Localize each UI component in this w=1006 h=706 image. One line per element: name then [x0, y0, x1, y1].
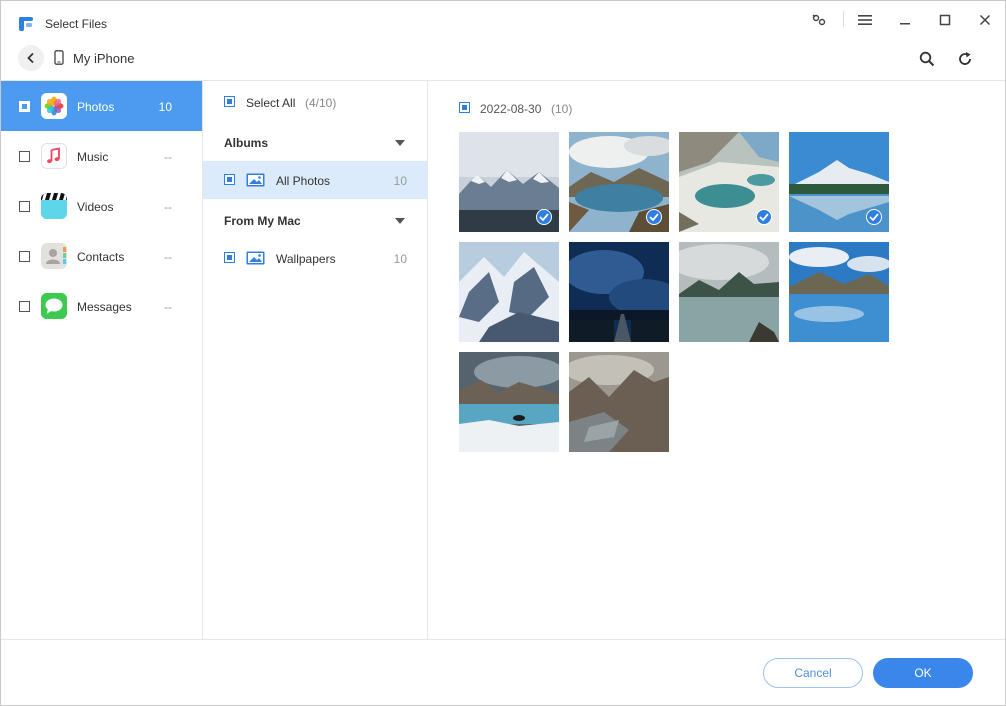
messages-checkbox[interactable] — [19, 301, 30, 312]
category-label: Contacts — [77, 250, 125, 264]
album-image-icon — [246, 251, 265, 265]
connect-icon[interactable] — [809, 11, 829, 29]
date-count: (10) — [551, 102, 573, 116]
photo-thumbnail[interactable] — [569, 352, 669, 452]
album-count: 10 — [393, 174, 407, 188]
maximize-icon[interactable] — [935, 11, 955, 29]
category-music[interactable]: Music -- — [1, 131, 202, 181]
photo-thumbnail[interactable] — [459, 132, 559, 232]
ok-button[interactable]: OK — [873, 658, 973, 688]
date-group-checkbox[interactable] — [459, 102, 470, 113]
caret-down-icon — [395, 140, 405, 146]
category-videos[interactable]: Videos -- — [1, 181, 202, 231]
date-label: 2022-08-30 — [480, 102, 542, 116]
music-checkbox[interactable] — [19, 151, 30, 162]
photo-thumbnail[interactable] — [569, 242, 669, 342]
select-files-window: Select Files My iPhone Photos 10 Music -… — [0, 0, 1006, 706]
album-label: Wallpapers — [276, 252, 336, 266]
category-contacts[interactable]: Contacts -- — [1, 231, 202, 281]
videos-checkbox[interactable] — [19, 201, 30, 212]
titlebar-divider — [843, 11, 844, 27]
category-label: Messages — [77, 300, 132, 314]
videos-app-icon — [41, 193, 67, 219]
selected-check-icon — [536, 209, 552, 225]
navigation-bar: My iPhone — [1, 41, 1005, 81]
album-label: All Photos — [276, 174, 331, 188]
cancel-button[interactable]: Cancel — [763, 658, 863, 688]
wallpapers-checkbox[interactable] — [224, 252, 235, 263]
chevron-left-icon — [27, 52, 34, 64]
select-all-checkbox[interactable] — [224, 96, 235, 107]
albums-title: Albums — [224, 136, 269, 150]
category-count: -- — [164, 200, 172, 214]
back-button[interactable] — [18, 45, 44, 71]
category-count: 10 — [158, 100, 172, 114]
photo-grid-pane: 2022-08-30 (10) — [429, 81, 1005, 639]
messages-app-icon — [41, 293, 67, 319]
photo-thumbnail[interactable] — [679, 132, 779, 232]
selected-check-icon — [646, 209, 662, 225]
category-label: Music — [77, 150, 109, 164]
all-photos-checkbox[interactable] — [224, 174, 235, 185]
minimize-icon[interactable] — [895, 11, 915, 29]
refresh-icon[interactable] — [954, 48, 976, 70]
album-wallpapers[interactable]: Wallpapers 10 — [203, 239, 427, 277]
photo-thumbnail[interactable] — [679, 242, 779, 342]
photos-checkbox[interactable] — [19, 101, 30, 112]
app-logo-icon — [18, 16, 34, 32]
search-icon[interactable] — [916, 48, 938, 70]
music-app-icon — [41, 143, 67, 169]
photos-app-icon — [41, 93, 67, 119]
album-image-icon — [246, 173, 265, 187]
photo-thumbnail[interactable] — [789, 132, 889, 232]
device-name: My iPhone — [73, 51, 135, 66]
menu-icon[interactable] — [855, 11, 875, 29]
dialog-footer: Cancel OK — [1, 639, 1005, 705]
category-photos[interactable]: Photos 10 — [1, 81, 202, 131]
select-all-count: (4/10) — [305, 96, 337, 110]
category-count: -- — [164, 250, 172, 264]
photo-thumbnail[interactable] — [459, 352, 559, 452]
album-count: 10 — [393, 252, 407, 266]
from-my-mac-group-header[interactable]: From My Mac — [203, 201, 427, 239]
category-sidebar: Photos 10 Music -- Videos -- Contacts --… — [1, 81, 203, 639]
select-all-label: Select All — [246, 96, 296, 110]
albums-group-header[interactable]: Albums — [203, 123, 427, 161]
title-bar: Select Files — [1, 1, 1005, 41]
phone-icon — [54, 50, 64, 65]
from-my-mac-title: From My Mac — [224, 214, 301, 228]
contacts-app-icon — [41, 243, 67, 269]
selected-check-icon — [866, 209, 882, 225]
close-icon[interactable] — [975, 11, 995, 29]
category-label: Videos — [77, 200, 114, 214]
album-pane: Select All (4/10) Albums All Photos 10 F… — [203, 81, 428, 639]
window-title: Select Files — [45, 17, 108, 31]
photo-thumbnail[interactable] — [569, 132, 669, 232]
selected-check-icon — [756, 209, 772, 225]
photo-thumbnail[interactable] — [789, 242, 889, 342]
category-count: -- — [164, 300, 172, 314]
photo-thumbnail[interactable] — [459, 242, 559, 342]
select-all-row[interactable]: Select All (4/10) — [203, 81, 427, 121]
caret-down-icon — [395, 218, 405, 224]
contacts-checkbox[interactable] — [19, 251, 30, 262]
category-label: Photos — [77, 100, 115, 114]
category-count: -- — [164, 150, 172, 164]
album-all-photos[interactable]: All Photos 10 — [203, 161, 427, 199]
category-messages[interactable]: Messages -- — [1, 281, 202, 331]
